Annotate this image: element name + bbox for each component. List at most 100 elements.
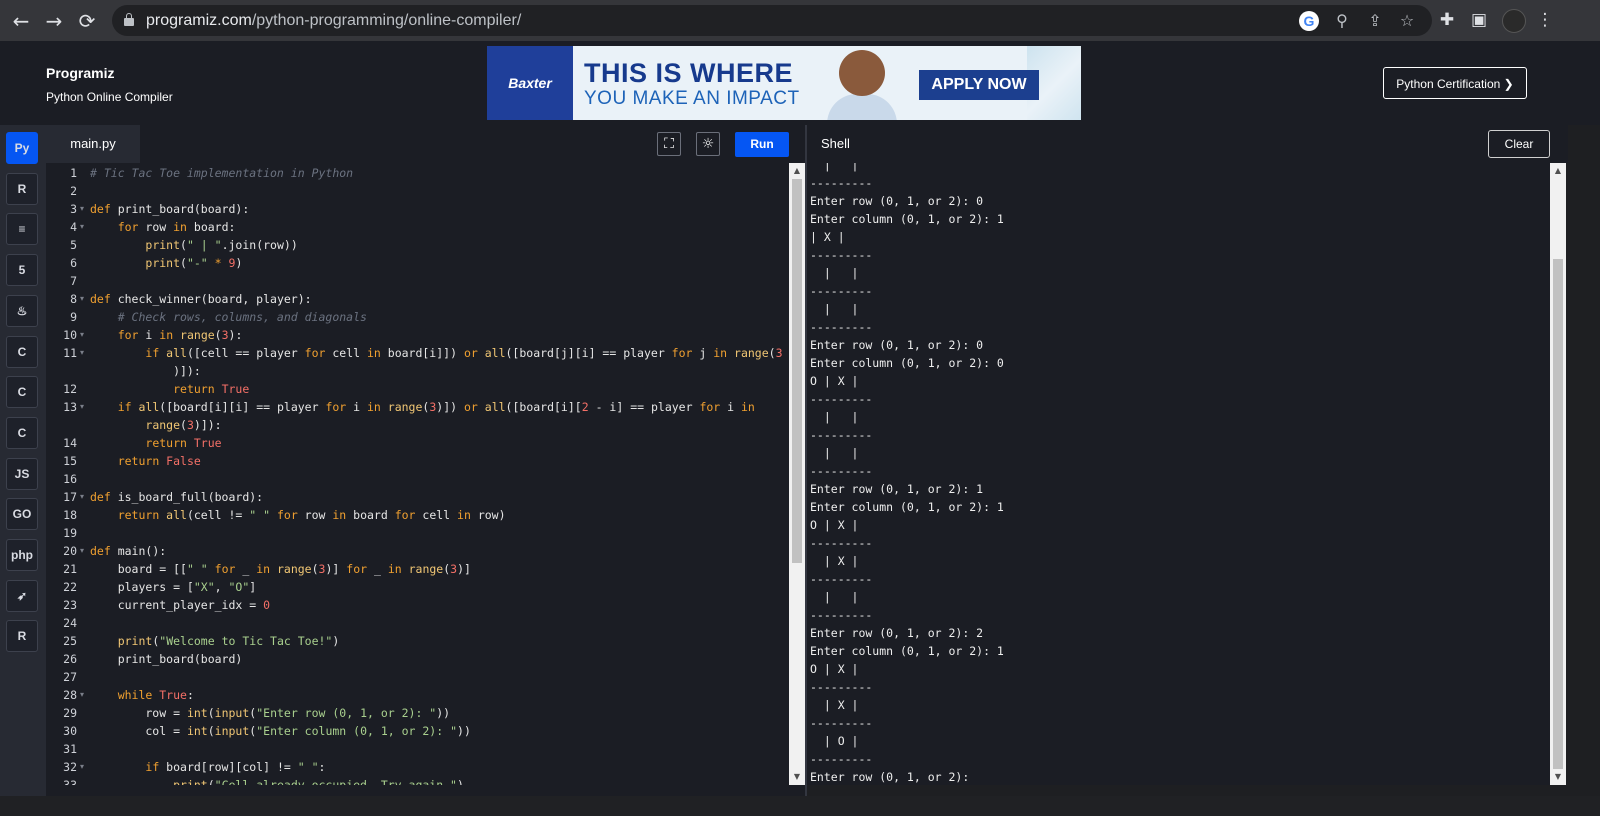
swift-icon[interactable]: ➶ bbox=[6, 579, 38, 612]
code-line[interactable]: players = ["X", "O"] bbox=[90, 578, 257, 596]
side-panel-icon[interactable]: ▣ bbox=[1468, 9, 1490, 31]
fold-arrow-icon[interactable]: ▾ bbox=[80, 686, 84, 704]
c-icon[interactable]: C bbox=[6, 335, 38, 368]
shell-scrollbar[interactable]: ▲ ▼ bbox=[1550, 163, 1566, 785]
code-line[interactable]: print_board(board) bbox=[90, 650, 243, 668]
fold-arrow-icon[interactable]: ▾ bbox=[80, 290, 84, 308]
code-line[interactable]: if all([board[i][i] == player for i in r… bbox=[90, 398, 755, 416]
code-line[interactable]: return all(cell != " " for row in board … bbox=[90, 506, 506, 524]
code-line[interactable]: print("-" * 9) bbox=[90, 254, 242, 272]
share-icon[interactable]: ⇪ bbox=[1365, 11, 1385, 31]
fold-arrow-icon[interactable]: ▾ bbox=[80, 488, 84, 506]
theme-toggle-icon[interactable]: ☼ bbox=[696, 132, 720, 156]
code-line[interactable]: current_player_idx = 0 bbox=[90, 596, 270, 614]
language-sidebar: Py R ≡ 5 ♨ C C C JS GO php ➶ R bbox=[0, 125, 46, 796]
code-line[interactable]: )]): bbox=[90, 362, 201, 380]
html5-icon[interactable]: 5 bbox=[6, 254, 38, 287]
code-line[interactable]: return True bbox=[90, 434, 221, 452]
lock-icon[interactable] bbox=[124, 13, 134, 26]
python-icon[interactable]: Py bbox=[6, 132, 38, 164]
rust-icon[interactable]: R bbox=[6, 620, 38, 653]
ad-banner[interactable]: Baxter THIS IS WHERE YOU MAKE AN IMPACT … bbox=[487, 46, 1081, 120]
code-line[interactable]: board = [[" " for _ in range(3)] for _ i… bbox=[90, 560, 471, 578]
code-line[interactable]: row = int(input("Enter row (0, 1, or 2):… bbox=[90, 704, 450, 722]
java-icon[interactable]: ♨ bbox=[6, 294, 38, 327]
fullscreen-icon[interactable]: ⛶ bbox=[657, 132, 681, 156]
tab-main-py[interactable]: main.py bbox=[46, 125, 140, 163]
extensions-puzzle-icon[interactable]: ✚ bbox=[1436, 9, 1458, 31]
forward-arrow-icon[interactable]: → bbox=[41, 8, 67, 34]
scroll-up-arrow-icon[interactable]: ▲ bbox=[789, 164, 805, 178]
scroll-down-arrow-icon[interactable]: ▼ bbox=[789, 770, 805, 784]
google-lens-icon[interactable]: G bbox=[1299, 11, 1319, 31]
url-text[interactable]: programiz.com/python-programming/online-… bbox=[146, 12, 521, 30]
code-token: or bbox=[463, 400, 485, 414]
reload-icon[interactable]: ⟳ bbox=[74, 8, 100, 34]
code-line[interactable]: col = int(input("Enter column (0, 1, or … bbox=[90, 722, 471, 740]
more-menu-icon[interactable]: ⋮ bbox=[1534, 9, 1556, 31]
code-editor[interactable]: 1 2 3 ▾ 4 ▾ 5 6 7 8 ▾ 9 10 ▾ 11 ▾ 12 13 ▾ 14 15 16 17 ▾ 18 19 20 ▾ 2… bbox=[46, 163, 789, 785]
line-number: 20 bbox=[63, 544, 77, 558]
scroll-down-arrow-icon[interactable]: ▼ bbox=[1550, 770, 1566, 784]
code-line[interactable]: def is_board_full(board): bbox=[90, 488, 263, 506]
editor-scrollbar[interactable]: ▲ ▼ bbox=[789, 163, 805, 785]
code-line[interactable]: # Check rows, columns, and diagonals bbox=[90, 308, 367, 326]
php-icon[interactable]: php bbox=[6, 539, 38, 571]
python-certification-button[interactable]: Python Certification ❯ bbox=[1383, 67, 1527, 99]
code-token: ([board[j][i] == player bbox=[505, 346, 672, 360]
code-line[interactable]: print(" | ".join(row)) bbox=[90, 236, 297, 254]
fold-arrow-icon[interactable]: ▾ bbox=[80, 344, 84, 362]
code-line[interactable]: # Tic Tac Toe implementation in Python bbox=[90, 164, 353, 182]
code-line[interactable]: while True: bbox=[90, 686, 194, 704]
bookmark-star-icon[interactable]: ☆ bbox=[1397, 11, 1417, 31]
code-token: for bbox=[304, 346, 333, 360]
go-icon[interactable]: GO bbox=[6, 498, 38, 531]
ad-apply-button[interactable]: APPLY NOW bbox=[919, 70, 1039, 100]
code-token: ) bbox=[332, 634, 340, 648]
line-number: 14 bbox=[63, 436, 77, 450]
back-arrow-icon[interactable]: ← bbox=[8, 8, 34, 34]
fold-arrow-icon[interactable]: ▾ bbox=[80, 758, 84, 776]
page-subtitle: Python Online Compiler bbox=[46, 90, 173, 104]
programiz-logo[interactable]: Programiz bbox=[46, 65, 114, 81]
fold-arrow-icon[interactable]: ▾ bbox=[80, 542, 84, 560]
ad-person-image bbox=[839, 50, 885, 96]
code-line[interactable]: if all([cell == player for cell in board… bbox=[90, 344, 782, 362]
code-line[interactable]: if board[row][col] != " ": bbox=[90, 758, 325, 776]
code-line[interactable]: for row in board: bbox=[90, 218, 236, 236]
code-line[interactable]: print("Welcome to Tic Tac Toe!") bbox=[90, 632, 340, 650]
code-line[interactable]: return False bbox=[90, 452, 201, 470]
code-line[interactable]: for i in range(3): bbox=[90, 326, 243, 344]
fold-arrow-icon[interactable]: ▾ bbox=[80, 326, 84, 344]
run-button[interactable]: Run bbox=[735, 132, 789, 157]
code-line[interactable]: print("Cell already occupied. Try again.… bbox=[90, 776, 464, 785]
shell-output-line: | X | bbox=[810, 554, 859, 568]
code-line[interactable]: def check_winner(board, player): bbox=[90, 290, 312, 308]
code-line[interactable]: range(3)]): bbox=[90, 416, 221, 434]
editor-scroll-thumb[interactable] bbox=[792, 179, 802, 563]
code-token: ( bbox=[207, 724, 215, 738]
clear-button[interactable]: Clear bbox=[1488, 130, 1550, 158]
code-token: row bbox=[145, 220, 174, 234]
line-number: 28 bbox=[63, 688, 77, 702]
shell-output-line: | X | bbox=[810, 230, 845, 244]
address-bar[interactable]: programiz.com/python-programming/online-… bbox=[112, 5, 1432, 36]
js-icon[interactable]: JS bbox=[6, 457, 38, 490]
cpp-icon[interactable]: C bbox=[6, 376, 38, 409]
shell-scroll-thumb[interactable] bbox=[1553, 259, 1563, 769]
code-line[interactable]: return True bbox=[90, 380, 249, 398]
code-line[interactable]: def main(): bbox=[90, 542, 166, 560]
shell-output[interactable]: | | --------- Enter row (0, 1, or 2): 0 Ent… bbox=[807, 163, 1550, 785]
code-token: in bbox=[741, 400, 755, 414]
zoom-icon[interactable]: ⚲ bbox=[1332, 11, 1352, 31]
r-icon[interactable]: R bbox=[6, 172, 38, 205]
fold-arrow-icon[interactable]: ▾ bbox=[80, 398, 84, 416]
fold-arrow-icon[interactable]: ▾ bbox=[80, 200, 84, 218]
csharp-icon[interactable]: C bbox=[6, 416, 38, 449]
code-line[interactable]: def print_board(board): bbox=[90, 200, 249, 218]
database-icon[interactable]: ≡ bbox=[6, 213, 38, 246]
scroll-up-arrow-icon[interactable]: ▲ bbox=[1550, 164, 1566, 178]
profile-avatar[interactable] bbox=[1502, 9, 1526, 33]
code-token: ([cell == player bbox=[186, 346, 305, 360]
fold-arrow-icon[interactable]: ▾ bbox=[80, 218, 84, 236]
